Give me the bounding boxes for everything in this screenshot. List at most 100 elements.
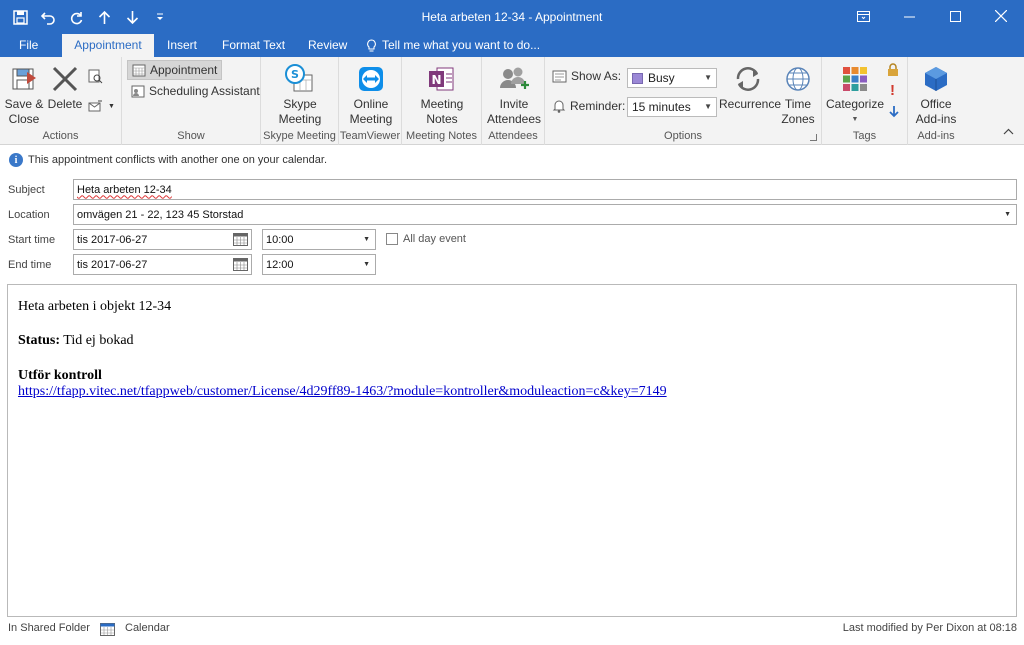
group-attendees: Invite Attendees Attendees (482, 57, 545, 145)
tell-me-box[interactable]: Tell me what you want to do... (366, 34, 540, 57)
chevron-down-icon: ▼ (704, 102, 712, 111)
svg-text:S: S (291, 68, 299, 81)
tab-review[interactable]: Review (298, 34, 357, 57)
invite-label2: Attendees (486, 112, 542, 126)
title-bar: Heta arbeten 12-34 - Appointment (0, 0, 1024, 34)
tab-insert[interactable]: Insert (157, 34, 207, 57)
find-button[interactable] (88, 69, 103, 84)
calendar-picker-icon[interactable] (233, 258, 248, 271)
location-value: omvägen 21 - 22, 123 45 Storstad (77, 208, 244, 221)
chevron-down-icon: ▼ (1004, 211, 1011, 218)
group-label-teamviewer: TeamViewer (339, 130, 401, 142)
appointment-body-editor[interactable]: Heta arbeten i objekt 12-34 Status: Tid … (7, 284, 1017, 617)
calendar-picker-icon[interactable] (233, 233, 248, 246)
delete-button[interactable]: Delete (46, 61, 84, 112)
magnify-doc-icon (88, 69, 103, 84)
chevron-down-icon: ▼ (704, 73, 712, 82)
office-addins-icon (925, 67, 947, 91)
group-label-show: Show (177, 130, 205, 142)
categorize-button[interactable]: Categorize ▼ (824, 61, 886, 127)
scheduling-assistant-button[interactable]: Scheduling Assistant (131, 84, 260, 98)
redo-icon[interactable] (62, 6, 90, 28)
show-as-label: Show As: (571, 69, 622, 83)
high-importance-icon[interactable]: ! (890, 82, 895, 99)
maximize-icon[interactable] (932, 0, 978, 32)
skype-meeting-button[interactable]: S Skype Meeting (271, 61, 329, 127)
addins-label2: Add-ins (915, 112, 957, 126)
categorize-dropdown-icon: ▼ (851, 116, 859, 123)
start-time-select[interactable]: 10:00 ▼ (262, 229, 376, 250)
private-lock-icon[interactable] (887, 63, 899, 79)
all-day-checkbox[interactable] (386, 233, 398, 245)
show-as-select[interactable]: Busy ▼ (627, 68, 717, 88)
show-as-icon (552, 70, 567, 82)
end-date-picker[interactable]: tis 2017-06-27 (73, 254, 252, 275)
start-date-picker[interactable]: tis 2017-06-27 (73, 229, 252, 250)
invite-attendees-button[interactable]: Invite Attendees (485, 61, 543, 127)
save-close-label2: Close (8, 112, 40, 126)
tab-file[interactable]: File (9, 34, 48, 57)
group-meeting-notes: N Meeting Notes Meeting Notes (402, 57, 482, 145)
save-close-button[interactable]: Save & Close (3, 61, 45, 127)
meeting-notes-button[interactable]: N Meeting Notes (414, 61, 470, 127)
ribbon-display-options-icon[interactable] (840, 0, 886, 32)
save-icon[interactable] (6, 6, 34, 28)
subject-input[interactable]: Heta arbeten 12-34 (73, 179, 1017, 200)
options-dialog-launcher-icon[interactable] (810, 134, 817, 141)
chevron-down-icon: ▼ (363, 236, 370, 243)
end-time-select[interactable]: 12:00 ▼ (262, 254, 376, 275)
time-zones-label1: Time (784, 97, 812, 111)
show-as-value: Busy (648, 71, 675, 85)
tab-format-text[interactable]: Format Text (212, 34, 295, 57)
categorize-icon (843, 67, 867, 91)
start-time-label: Start time (8, 234, 56, 246)
close-icon[interactable] (978, 0, 1024, 32)
appointment-view-button[interactable]: Appointment (127, 60, 223, 80)
tab-appointment[interactable]: Appointment (62, 34, 154, 57)
start-date-value: tis 2017-06-27 (77, 233, 148, 246)
skype-icon: S (285, 64, 313, 92)
office-addins-button[interactable]: Office Add-ins (910, 61, 962, 127)
group-label-skype: Skype Meeting (263, 130, 336, 142)
time-zones-button[interactable]: Time Zones (779, 61, 817, 127)
conflict-info-bar: i This appointment conflicts with anothe… (0, 149, 1024, 171)
reminder-select[interactable]: 15 minutes ▼ (627, 97, 717, 117)
previous-item-icon[interactable] (90, 6, 118, 28)
meeting-notes-label2: Notes (426, 112, 458, 126)
conflict-message: This appointment conflicts with another … (28, 154, 328, 166)
next-item-icon[interactable] (118, 6, 146, 28)
invite-people-icon (500, 67, 529, 89)
show-as-control: Show As: (552, 69, 621, 83)
globe-icon (786, 67, 810, 91)
forward-button[interactable]: ▼ (88, 99, 115, 113)
group-label-attendees: Attendees (488, 130, 538, 142)
group-label-meeting-notes: Meeting Notes (406, 130, 477, 142)
customize-qat-icon[interactable] (146, 6, 174, 28)
minimize-icon[interactable] (886, 0, 932, 32)
scheduling-label: Scheduling Assistant (149, 84, 260, 98)
location-input[interactable]: omvägen 21 - 22, 123 45 Storstad ▼ (73, 204, 1017, 225)
end-time-label: End time (8, 259, 52, 271)
reminder-label: Reminder: (570, 99, 626, 113)
undo-icon[interactable] (34, 6, 62, 28)
recurrence-button[interactable]: Recurrence (719, 61, 781, 112)
reminder-value: 15 minutes (632, 100, 691, 114)
collapse-ribbon-icon[interactable] (1003, 124, 1014, 138)
group-skype: S Skype Meeting Skype Meeting (261, 57, 339, 145)
low-importance-icon[interactable] (889, 105, 899, 121)
online-meeting-button[interactable]: Online Meeting (345, 61, 397, 127)
svg-text:N: N (432, 73, 442, 87)
window-controls (840, 0, 1024, 32)
save-close-label1: Save & (4, 97, 44, 111)
kontroll-link[interactable]: https://tfapp.vitec.net/tfappweb/custome… (18, 384, 667, 399)
last-modified-status: Last modified by Per Dixon at 08:18 (842, 622, 1017, 634)
forward-dropdown-icon: ▼ (108, 102, 115, 110)
end-date-value: tis 2017-06-27 (77, 258, 148, 271)
body-status-line: Status: Tid ej bokad (18, 333, 134, 349)
group-label-tags: Tags (852, 130, 877, 142)
save-close-icon (12, 68, 36, 90)
status-label: Status: (18, 333, 61, 348)
calendar-status: Calendar (125, 622, 170, 634)
tell-me-text: Tell me what you want to do... (382, 38, 541, 52)
group-actions: Save & Close Delete ▼ Actions (0, 57, 122, 145)
